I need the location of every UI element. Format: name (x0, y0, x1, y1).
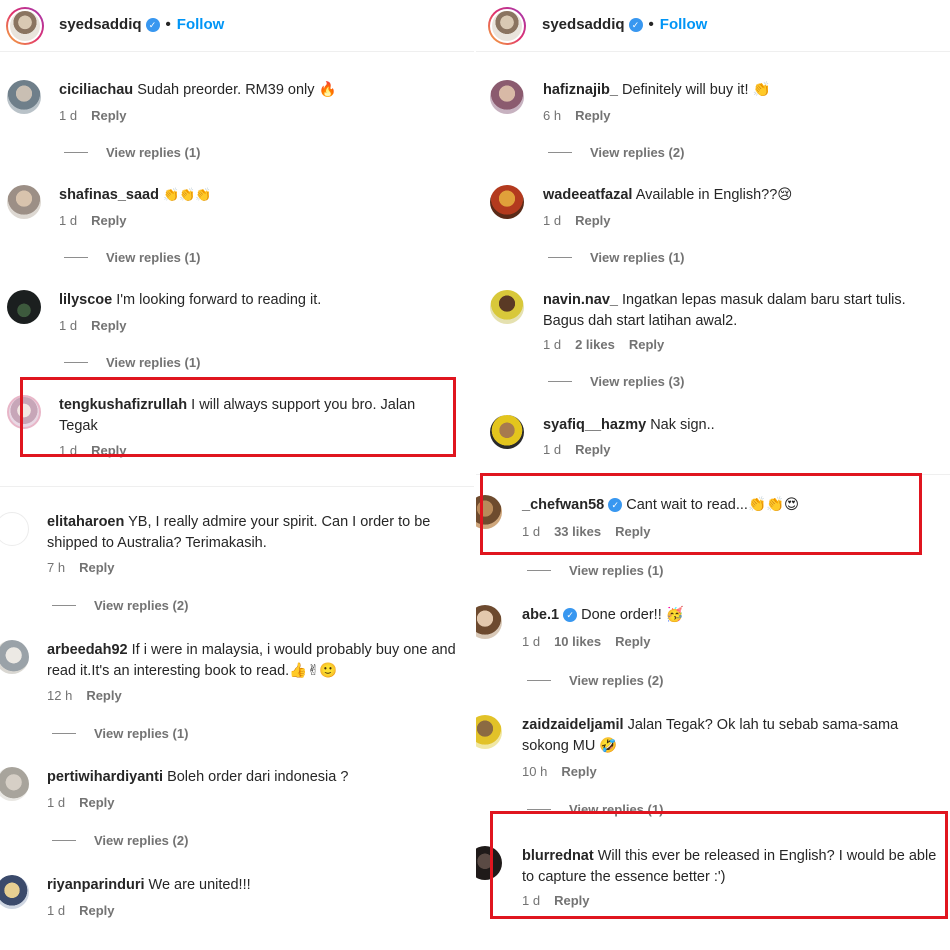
verified-badge-icon: ✓ (563, 608, 578, 622)
comment-username[interactable]: lilyscoe (59, 292, 112, 308)
comment-username[interactable]: arbeedah92 (47, 642, 128, 658)
author-username[interactable]: syedsaddiq (542, 16, 625, 33)
divider (0, 486, 474, 487)
post-header: syedsaddiq ✓ • Follow (476, 0, 950, 52)
right-comments-panel: syedsaddiq ✓ • Follow hafiznajib_ Definitel… (476, 0, 950, 950)
commenter-avatar[interactable] (490, 415, 524, 449)
reply-button[interactable]: Reply (575, 213, 610, 228)
comment-username[interactable]: wadeeatfazal (543, 187, 632, 203)
view-replies-button[interactable]: View replies (1) (64, 145, 200, 160)
comment-username[interactable]: navin.nav_ (543, 292, 618, 308)
comment-time: 10 h (522, 764, 548, 779)
view-replies-button[interactable]: View replies (2) (527, 673, 663, 688)
comment-text: We are united!!! (148, 877, 251, 893)
view-replies-button[interactable]: View replies (2) (548, 145, 684, 160)
reply-button[interactable]: Reply (561, 764, 596, 779)
commenter-avatar[interactable] (490, 185, 524, 219)
comment-time: 7 h (47, 560, 66, 575)
commenter-avatar[interactable] (0, 640, 29, 674)
author-avatar[interactable] (6, 7, 44, 45)
comment-time: 1 d (47, 903, 66, 918)
comment-username[interactable]: shafinas_saad (59, 187, 159, 203)
like-count[interactable]: 10 likes (554, 634, 601, 649)
verified-badge-icon: ✓ (145, 18, 160, 32)
highlight-box (490, 811, 948, 919)
commenter-avatar[interactable] (7, 290, 41, 324)
comment-time: 1 d (543, 213, 562, 228)
comment-username[interactable]: zaidzaideljamil (522, 717, 624, 733)
reply-button[interactable]: Reply (91, 108, 126, 123)
highlight-box (20, 377, 456, 457)
comment-text: 👏👏👏 (162, 188, 212, 203)
author-avatar[interactable] (488, 7, 526, 45)
comment-time: 1 d (59, 318, 78, 333)
reply-button[interactable]: Reply (575, 108, 610, 123)
comment-username[interactable]: riyanparinduri (47, 877, 145, 893)
reply-button[interactable]: Reply (79, 560, 114, 575)
comment-username[interactable]: pertiwihardiyanti (47, 769, 163, 785)
commenter-avatar[interactable] (7, 80, 41, 114)
view-replies-button[interactable]: View replies (2) (52, 598, 188, 613)
follow-button[interactable]: Follow (660, 16, 708, 33)
reply-button[interactable]: Reply (629, 337, 664, 352)
comment-text: Available in English??😢 (635, 187, 793, 203)
comment-time: 12 h (47, 688, 73, 703)
comment-username[interactable]: hafiznajib_ (543, 82, 618, 98)
commenter-avatar[interactable] (476, 715, 502, 749)
view-replies-button[interactable]: View replies (1) (52, 726, 188, 741)
comment-time: 1 d (543, 442, 562, 457)
separator-dot: • (648, 16, 654, 33)
view-replies-button[interactable]: View replies (1) (64, 250, 200, 265)
comment-time: 1 d (47, 795, 66, 810)
view-replies-button[interactable]: View replies (2) (52, 833, 188, 848)
reply-button[interactable]: Reply (615, 634, 650, 649)
comment-username[interactable]: abe.1 (522, 607, 559, 623)
view-replies-button[interactable]: View replies (1) (527, 563, 663, 578)
author-username[interactable]: syedsaddiq (59, 16, 142, 33)
comment-text: Definitely will buy it! 👏 (621, 82, 771, 98)
reply-button[interactable]: Reply (91, 318, 126, 333)
comment-text: Nak sign.. (650, 417, 715, 433)
reply-button[interactable]: Reply (575, 442, 610, 457)
reply-button[interactable]: Reply (79, 903, 114, 918)
reply-button[interactable]: Reply (91, 213, 126, 228)
commenter-avatar[interactable] (490, 290, 524, 324)
view-replies-button[interactable]: View replies (1) (548, 250, 684, 265)
comment-text: I'm looking forward to reading it. (116, 292, 322, 308)
commenter-avatar[interactable] (0, 512, 29, 546)
commenter-avatar[interactable] (0, 875, 29, 909)
commenter-avatar[interactable] (0, 767, 29, 801)
view-replies-button[interactable]: View replies (1) (64, 355, 200, 370)
comment-username[interactable]: elitaharoen (47, 514, 124, 530)
highlight-box (480, 473, 922, 555)
commenter-avatar[interactable] (476, 605, 502, 639)
comment-time: 1 d (543, 337, 562, 352)
comment-text: Done order!! 🥳 (581, 607, 684, 623)
comment-text: Boleh order dari indonesia ? (167, 769, 349, 785)
left-comments-panel: syedsaddiq ✓ • Follow ciciliachau Sudah pre… (0, 0, 474, 950)
reply-button[interactable]: Reply (79, 795, 114, 810)
post-header: syedsaddiq ✓ • Follow (0, 0, 474, 52)
view-replies-button[interactable]: View replies (3) (548, 374, 684, 389)
follow-button[interactable]: Follow (177, 16, 225, 33)
commenter-avatar[interactable] (490, 80, 524, 114)
comment-username[interactable]: ciciliachau (59, 82, 133, 98)
comment-time: 1 d (522, 634, 541, 649)
comment-username[interactable]: syafiq__hazmy (543, 417, 646, 433)
verified-badge-icon: ✓ (628, 18, 643, 32)
comment-text: Sudah preorder. RM39 only 🔥 (137, 82, 337, 98)
like-count[interactable]: 2 likes (575, 337, 615, 352)
separator-dot: • (165, 16, 171, 33)
commenter-avatar[interactable] (7, 185, 41, 219)
comment-time: 1 d (59, 213, 78, 228)
comment-time: 6 h (543, 108, 562, 123)
reply-button[interactable]: Reply (86, 688, 121, 703)
comment-time: 1 d (59, 108, 78, 123)
